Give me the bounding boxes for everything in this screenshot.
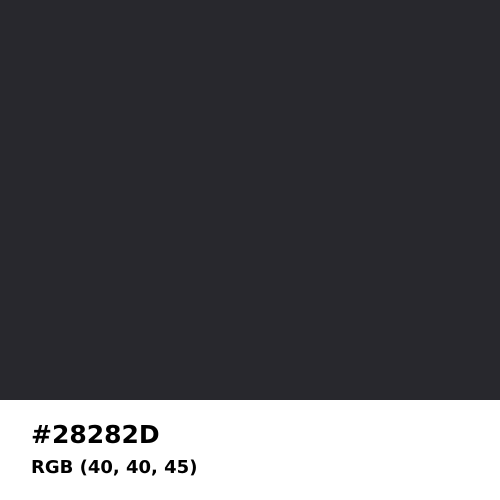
hex-code-label: #28282D	[31, 420, 160, 449]
color-card: #28282D RGB (40, 40, 45)	[0, 0, 500, 500]
color-swatch	[0, 0, 500, 400]
rgb-value-label: RGB (40, 40, 45)	[31, 457, 198, 478]
label-area	[0, 400, 500, 500]
